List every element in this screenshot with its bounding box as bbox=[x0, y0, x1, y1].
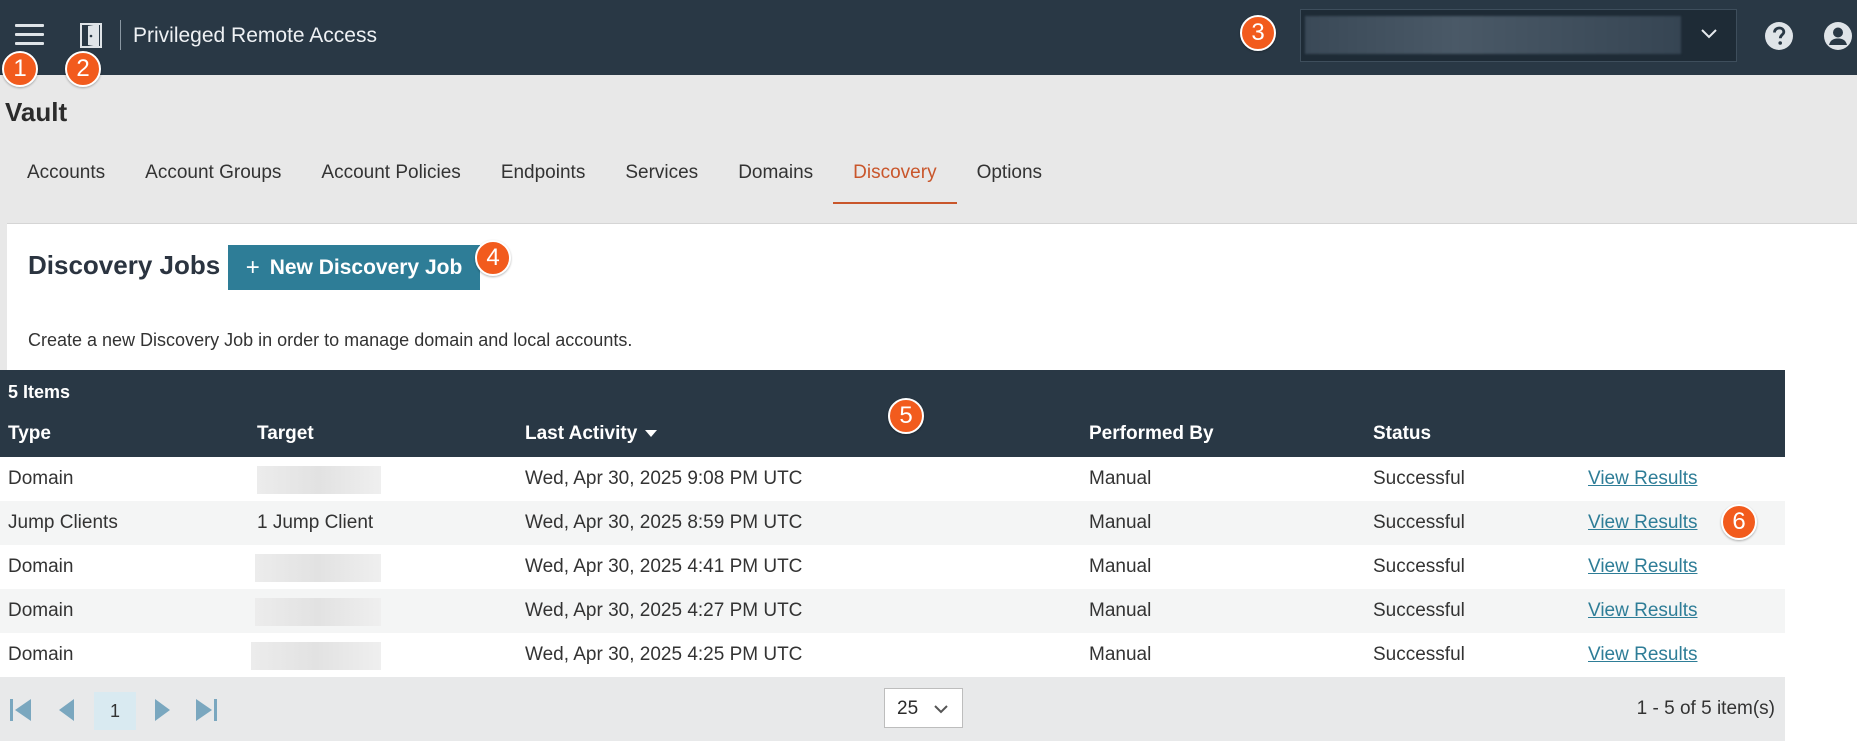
page-size-value: 25 bbox=[897, 698, 919, 719]
site-selector-dropdown[interactable] bbox=[1300, 9, 1737, 62]
table-row: Domain Wed, Apr 30, 2025 4:25 PM UTC Man… bbox=[0, 633, 1785, 677]
cell-last-activity: Wed, Apr 30, 2025 4:25 PM UTC bbox=[525, 644, 803, 665]
cell-last-activity: Wed, Apr 30, 2025 4:27 PM UTC bbox=[525, 600, 803, 621]
column-header-status[interactable]: Status bbox=[1373, 423, 1431, 445]
panel-description: Create a new Discovery Job in order to m… bbox=[28, 330, 633, 350]
cell-type: Domain bbox=[8, 644, 74, 665]
redacted-target bbox=[255, 554, 381, 582]
pagination-bar: 1 25 1 - 5 of 5 item(s) bbox=[0, 677, 1785, 741]
plus-icon: + bbox=[245, 253, 260, 281]
hamburger-menu-icon[interactable] bbox=[15, 24, 44, 46]
cell-status: Successful bbox=[1373, 644, 1465, 665]
cell-performed-by: Manual bbox=[1089, 512, 1152, 533]
table-row: Domain Wed, Apr 30, 2025 4:41 PM UTC Man… bbox=[0, 545, 1785, 589]
table-row: Domain Wed, Apr 30, 2025 9:08 PM UTC Man… bbox=[0, 457, 1785, 501]
table-body: Domain Wed, Apr 30, 2025 9:08 PM UTC Man… bbox=[0, 457, 1785, 677]
column-header-performed-by[interactable]: Performed By bbox=[1089, 423, 1214, 445]
chevron-down-icon bbox=[1701, 29, 1717, 39]
tab-bar: Accounts Account Groups Account Policies… bbox=[7, 148, 1062, 204]
user-account-icon[interactable] bbox=[1823, 21, 1853, 51]
column-header-last-activity-label: Last Activity bbox=[525, 423, 638, 444]
new-discovery-job-button[interactable]: + New Discovery Job bbox=[228, 245, 480, 290]
redacted-target bbox=[251, 642, 381, 670]
cell-last-activity: Wed, Apr 30, 2025 8:59 PM UTC bbox=[525, 512, 803, 533]
redacted-target bbox=[255, 598, 381, 626]
callout-marker: 2 bbox=[65, 51, 101, 87]
tab-discovery[interactable]: Discovery bbox=[833, 148, 957, 204]
pagination-range: 1 - 5 of 5 item(s) bbox=[1636, 698, 1775, 719]
cell-last-activity: Wed, Apr 30, 2025 4:41 PM UTC bbox=[525, 556, 803, 577]
view-results-link[interactable]: View Results bbox=[1588, 644, 1697, 666]
cell-status: Successful bbox=[1373, 600, 1465, 621]
column-header-last-activity[interactable]: Last Activity bbox=[525, 423, 658, 445]
discovery-jobs-table: 5 Items Type Target Last Activity Perfor… bbox=[0, 370, 1785, 677]
table-header: 5 Items Type Target Last Activity Perfor… bbox=[0, 370, 1785, 457]
cell-type: Domain bbox=[8, 556, 74, 577]
callout-marker: 3 bbox=[1240, 15, 1276, 51]
app-title: Privileged Remote Access bbox=[133, 24, 377, 47]
help-icon[interactable] bbox=[1764, 21, 1794, 51]
view-results-link[interactable]: View Results bbox=[1588, 468, 1697, 490]
cell-performed-by: Manual bbox=[1089, 468, 1152, 489]
view-results-link[interactable]: View Results bbox=[1588, 512, 1697, 534]
current-page-number[interactable]: 1 bbox=[94, 692, 136, 730]
redacted-target bbox=[257, 466, 381, 494]
cell-performed-by: Manual bbox=[1089, 644, 1152, 665]
top-bar: Privileged Remote Access bbox=[0, 0, 1857, 75]
tab-domains[interactable]: Domains bbox=[718, 148, 833, 204]
app-logo-door-icon[interactable] bbox=[80, 23, 102, 48]
next-page-icon[interactable] bbox=[149, 697, 175, 723]
table-row: Jump Clients 1 Jump Client Wed, Apr 30, … bbox=[0, 501, 1785, 545]
page-size-select[interactable]: 25 bbox=[884, 688, 963, 728]
tab-endpoints[interactable]: Endpoints bbox=[481, 148, 606, 204]
first-page-icon[interactable] bbox=[8, 697, 34, 723]
cell-last-activity: Wed, Apr 30, 2025 9:08 PM UTC bbox=[525, 468, 803, 489]
cell-type: Domain bbox=[8, 468, 74, 489]
cell-status: Successful bbox=[1373, 512, 1465, 533]
cell-performed-by: Manual bbox=[1089, 600, 1152, 621]
cell-type: Jump Clients bbox=[8, 512, 118, 533]
cell-target: 1 Jump Client bbox=[257, 512, 374, 533]
redacted-site-name bbox=[1305, 16, 1681, 54]
panel-title: Discovery Jobs bbox=[28, 250, 221, 280]
cell-status: Successful bbox=[1373, 468, 1465, 489]
chevron-down-icon bbox=[934, 705, 948, 714]
last-page-icon[interactable] bbox=[193, 697, 219, 723]
page-title: Vault bbox=[5, 97, 68, 127]
callout-marker: 1 bbox=[2, 51, 38, 87]
cell-status: Successful bbox=[1373, 556, 1465, 577]
previous-page-icon[interactable] bbox=[54, 697, 80, 723]
callout-marker: 6 bbox=[1721, 504, 1757, 540]
item-count: 5 Items bbox=[8, 382, 71, 402]
callout-marker: 4 bbox=[475, 240, 511, 276]
tab-account-groups[interactable]: Account Groups bbox=[125, 148, 301, 204]
tab-accounts[interactable]: Accounts bbox=[7, 148, 125, 204]
tab-options[interactable]: Options bbox=[957, 148, 1062, 204]
cell-type: Domain bbox=[8, 600, 74, 621]
sort-descending-icon bbox=[645, 430, 658, 438]
tab-account-policies[interactable]: Account Policies bbox=[301, 148, 480, 204]
view-results-link[interactable]: View Results bbox=[1588, 600, 1697, 622]
cell-performed-by: Manual bbox=[1089, 556, 1152, 577]
callout-marker: 5 bbox=[888, 398, 924, 434]
new-discovery-job-label: New Discovery Job bbox=[269, 255, 463, 279]
column-header-type[interactable]: Type bbox=[8, 423, 51, 445]
view-results-link[interactable]: View Results bbox=[1588, 556, 1697, 578]
column-header-target[interactable]: Target bbox=[257, 423, 314, 445]
title-separator bbox=[120, 20, 121, 50]
table-row: Domain Wed, Apr 30, 2025 4:27 PM UTC Man… bbox=[0, 589, 1785, 633]
tab-services[interactable]: Services bbox=[605, 148, 718, 204]
